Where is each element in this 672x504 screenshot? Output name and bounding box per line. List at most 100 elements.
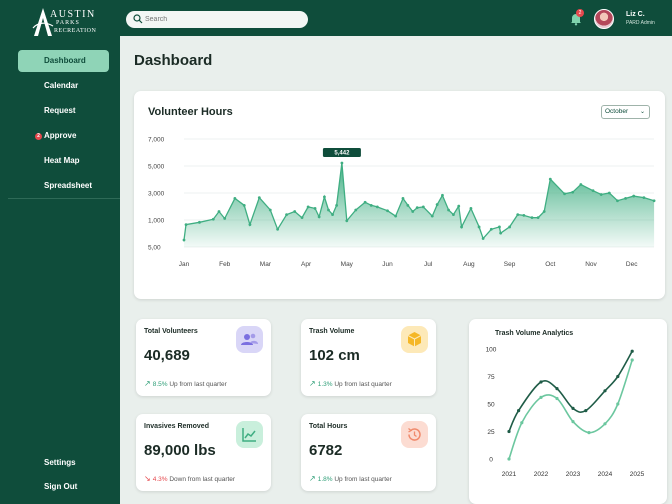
trash-volume-analytics-card: Trash Volume Analytics 100 75 50 25 0 2021 202… bbox=[469, 319, 667, 504]
stat-title: Total Volunteers bbox=[144, 328, 198, 335]
x-tick-label: 2023 bbox=[566, 471, 581, 478]
sidebar-item-label: Approve bbox=[44, 131, 77, 140]
data-point bbox=[630, 349, 634, 353]
brand-line-1: AUSTIN bbox=[50, 9, 96, 20]
x-tick-label: Nov bbox=[585, 261, 597, 268]
x-tick-label: Sep bbox=[504, 261, 516, 268]
data-point bbox=[441, 193, 444, 197]
x-tick-label: Apr bbox=[301, 261, 312, 268]
y-tick-label: 50 bbox=[487, 402, 495, 409]
sign-out-button[interactable]: Sign Out bbox=[18, 476, 109, 498]
stat-card-trash-volume: Trash Volume 102 cm ↗ 1.3% Up from last q… bbox=[301, 319, 436, 396]
stat-trend-text: Down from last quarter bbox=[167, 476, 236, 483]
stat-trend: ↗ 1.8% Up from last quarter bbox=[309, 474, 392, 483]
users-icon bbox=[236, 326, 263, 353]
sidebar-item-request[interactable]: Request bbox=[18, 100, 109, 122]
y-tick-label: 5,00 bbox=[148, 245, 161, 252]
brand-line-3: RECREATION bbox=[54, 28, 97, 34]
data-point bbox=[421, 205, 425, 209]
data-point bbox=[517, 409, 521, 413]
stat-value: 40,689 bbox=[144, 347, 190, 364]
sidebar-item-dashboard[interactable]: Dashboard bbox=[18, 50, 109, 72]
data-point bbox=[313, 207, 317, 210]
peak-tooltip-label: 5,442 bbox=[334, 151, 350, 157]
data-point bbox=[457, 204, 461, 208]
data-point bbox=[300, 216, 304, 220]
data-point bbox=[477, 225, 481, 229]
sidebar-item-spreadsheet[interactable]: Spreadsheet bbox=[18, 175, 109, 197]
data-point bbox=[652, 199, 656, 203]
brand-line-2: PARKS bbox=[56, 20, 80, 26]
data-point bbox=[293, 210, 297, 213]
x-tick-label: Jun bbox=[382, 261, 393, 268]
y-tick-label: 5,000 bbox=[148, 164, 165, 171]
sidebar-item-label: Settings bbox=[44, 458, 76, 467]
trend-up-icon: ↗ bbox=[309, 474, 316, 483]
data-point bbox=[555, 396, 559, 401]
x-tick-label: May bbox=[341, 261, 354, 268]
data-point bbox=[198, 220, 201, 224]
stat-trend-percent: 4.3% bbox=[152, 476, 168, 483]
sidebar-item-label: Heat Map bbox=[44, 156, 80, 165]
chart-icon bbox=[236, 421, 263, 448]
sidebar-item-approve[interactable]: 2 Approve bbox=[18, 125, 109, 147]
data-point bbox=[489, 227, 493, 231]
month-select[interactable]: October ⌄ bbox=[601, 105, 650, 119]
data-point bbox=[401, 197, 405, 200]
x-tick-label: Oct bbox=[545, 261, 555, 268]
data-point bbox=[411, 210, 415, 213]
volunteer-hours-chart: 7,000 5,000 3,000 1,000 5,00 Jan Feb Mar Apr May J… bbox=[148, 137, 656, 268]
data-point bbox=[394, 214, 398, 218]
stat-trend-percent: 8.5% bbox=[152, 381, 168, 388]
trash-analytics-title: Trash Volume Analytics bbox=[495, 330, 574, 337]
data-point bbox=[630, 358, 634, 362]
stat-card-total-hours: Total Hours 6782 ↗ 1.8% Up from last quar… bbox=[301, 414, 436, 491]
sidebar-item-calendar[interactable]: Calendar bbox=[18, 75, 109, 97]
data-point bbox=[242, 203, 246, 207]
sidebar-item-heat-map[interactable]: Heat Map bbox=[18, 150, 109, 172]
data-point bbox=[447, 208, 450, 212]
data-point bbox=[624, 197, 627, 200]
sidebar-item-settings[interactable]: Settings bbox=[18, 452, 109, 474]
data-point bbox=[571, 190, 575, 194]
user-avatar[interactable] bbox=[594, 9, 614, 29]
data-point bbox=[452, 213, 455, 216]
stat-title: Total Hours bbox=[309, 423, 348, 430]
trend-down-icon: ↘ bbox=[144, 474, 151, 483]
data-point bbox=[345, 219, 349, 223]
month-select-value: October bbox=[605, 108, 629, 115]
trend-up-icon: ↗ bbox=[144, 379, 151, 388]
data-point bbox=[375, 205, 379, 209]
x-tick-label: 2024 bbox=[598, 471, 613, 478]
y-tick-label: 0 bbox=[489, 457, 493, 464]
data-point bbox=[354, 208, 358, 212]
volunteer-hours-card: Volunteer Hours October ⌄ 7,000 5,000 3,00… bbox=[134, 91, 665, 299]
data-point bbox=[248, 223, 252, 227]
data-point bbox=[331, 213, 334, 216]
data-point bbox=[520, 421, 524, 425]
stat-trend-text: Up from last quarter bbox=[332, 476, 392, 483]
sidebar-item-label: Dashboard bbox=[44, 56, 86, 65]
sidebar-item-label: Calendar bbox=[44, 81, 79, 90]
stat-card-invasives-removed: Invasives Removed 89,000 lbs ↘ 4.3% Down … bbox=[136, 414, 271, 491]
data-point bbox=[268, 208, 272, 212]
search-input[interactable] bbox=[145, 13, 295, 26]
data-point bbox=[599, 193, 603, 196]
stat-trend: ↗ 8.5% Up from last quarter bbox=[144, 379, 227, 388]
data-point bbox=[508, 225, 511, 229]
data-point bbox=[603, 422, 607, 426]
x-tick-label: 2022 bbox=[534, 471, 549, 478]
data-point bbox=[607, 191, 611, 195]
data-point bbox=[522, 213, 526, 217]
data-point bbox=[571, 406, 575, 410]
data-point bbox=[536, 216, 540, 220]
series-line bbox=[508, 359, 633, 460]
y-tick-label: 100 bbox=[486, 347, 497, 354]
notifications-button[interactable]: 2 bbox=[569, 9, 584, 26]
stat-trend-text: Up from last quarter bbox=[332, 381, 392, 388]
data-point bbox=[591, 189, 595, 193]
area-fill bbox=[184, 163, 655, 247]
data-point bbox=[499, 231, 503, 235]
sidebar-divider bbox=[8, 198, 122, 199]
data-point bbox=[406, 203, 410, 207]
